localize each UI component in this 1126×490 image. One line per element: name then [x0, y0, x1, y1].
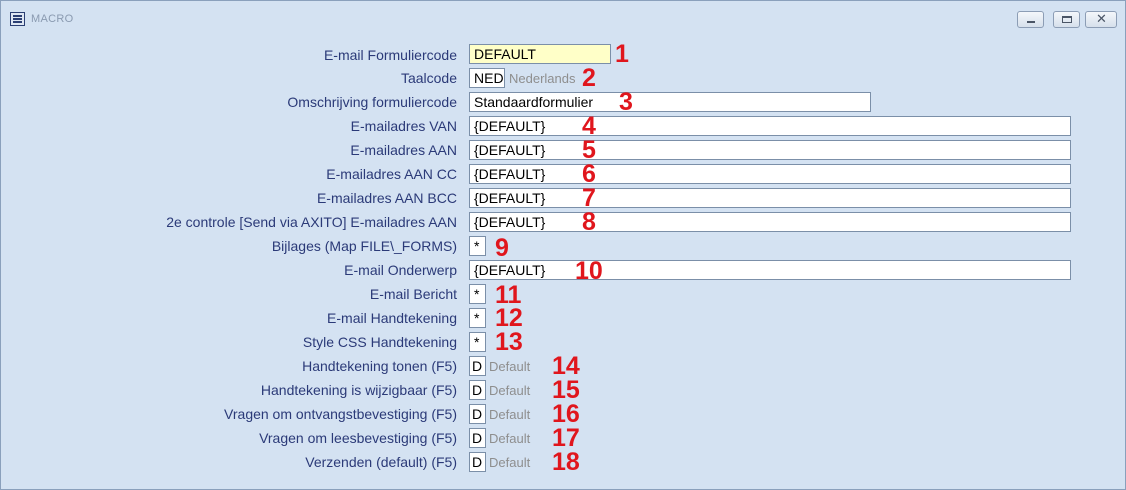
handtekening-tonen-description: Default	[489, 359, 531, 374]
taalcode-field[interactable]: NED	[469, 68, 505, 88]
label-omschrijving: Omschrijving formuliercode	[287, 94, 457, 110]
close-icon: ✕	[1096, 12, 1107, 27]
annotation-number: 2	[582, 64, 596, 92]
maximize-button[interactable]	[1053, 11, 1080, 28]
omschrijving-field[interactable]: Standaardformulier	[469, 92, 871, 112]
annotation-number: 8	[582, 208, 596, 236]
taalcode-description: Nederlands	[509, 71, 576, 86]
annotation-number: 13	[495, 328, 523, 356]
label-handtekening-wijzigbaar: Handtekening is wijzigbaar (F5)	[260, 382, 457, 398]
leesbevestiging-field[interactable]: D	[469, 428, 486, 448]
maximize-icon	[1062, 16, 1072, 23]
label-taalcode: Taalcode	[400, 70, 457, 86]
annotation-number: 3	[619, 88, 633, 116]
annotation-number: 10	[575, 257, 603, 285]
emailadres-aan-bcc-field[interactable]: {DEFAULT}	[469, 188, 1071, 208]
emailadres-van-field[interactable]: {DEFAULT}	[469, 116, 1071, 136]
emailadres-aan-cc-field[interactable]: {DEFAULT}	[469, 164, 1071, 184]
close-button[interactable]: ✕	[1085, 11, 1117, 28]
ontvangstbevestiging-description: Default	[489, 407, 531, 422]
label-style-css: Style CSS Handtekening	[302, 334, 457, 350]
title-bar[interactable]: MACRO ✕	[1, 1, 1125, 37]
annotation-number: 18	[552, 448, 580, 476]
handtekening-wijzigbaar-field[interactable]: D	[469, 380, 486, 400]
label-emailadres-aan-bcc: E-mailadres AAN BCC	[316, 190, 457, 206]
handtekening-wijzigbaar-description: Default	[489, 383, 531, 398]
minimize-button[interactable]	[1017, 11, 1044, 28]
2e-controle-field[interactable]: {DEFAULT}	[469, 212, 1071, 232]
window-title: MACRO	[31, 13, 74, 25]
handtekening-tonen-field[interactable]: D	[469, 356, 486, 376]
app-menu-icon[interactable]	[10, 12, 25, 26]
annotation-number: 9	[495, 234, 509, 262]
label-handtekening-tonen: Handtekening tonen (F5)	[302, 358, 457, 374]
label-verzenden: Verzenden (default) (F5)	[305, 454, 457, 470]
email-bericht-field[interactable]: *	[469, 284, 486, 304]
verzenden-description: Default	[489, 455, 531, 470]
macro-window: MACRO ✕ E-mail Formuliercode DEFAULT 1 T…	[0, 0, 1126, 490]
label-emailadres-van: E-mailadres VAN	[350, 118, 457, 134]
email-formuliercode-field[interactable]: DEFAULT	[469, 44, 611, 64]
label-email-onderwerp: E-mail Onderwerp	[344, 262, 457, 278]
label-ontvangstbevestiging: Vragen om ontvangstbevestiging (F5)	[224, 406, 457, 422]
label-bijlages: Bijlages (Map FILE\_FORMS)	[271, 238, 457, 254]
label-emailadres-aan-cc: E-mailadres AAN CC	[326, 166, 457, 182]
email-onderwerp-field[interactable]: {DEFAULT}	[469, 260, 1071, 280]
annotation-number: 1	[615, 40, 629, 68]
label-2e-controle: 2e controle [Send via AXITO] E-mailadres…	[166, 214, 457, 230]
ontvangstbevestiging-field[interactable]: D	[469, 404, 486, 424]
bijlages-field[interactable]: *	[469, 236, 486, 256]
leesbevestiging-description: Default	[489, 431, 531, 446]
minimize-icon	[1027, 21, 1035, 23]
label-emailadres-aan: E-mailadres AAN	[350, 142, 457, 158]
style-css-field[interactable]: *	[469, 332, 486, 352]
label-email-handtekening: E-mail Handtekening	[327, 310, 457, 326]
label-leesbevestiging: Vragen om leesbevestiging (F5)	[259, 430, 457, 446]
verzenden-field[interactable]: D	[469, 452, 486, 472]
emailadres-aan-field[interactable]: {DEFAULT}	[469, 140, 1071, 160]
email-handtekening-field[interactable]: *	[469, 308, 486, 328]
label-email-bericht: E-mail Bericht	[369, 286, 457, 302]
label-email-formuliercode: E-mail Formuliercode	[323, 47, 457, 63]
